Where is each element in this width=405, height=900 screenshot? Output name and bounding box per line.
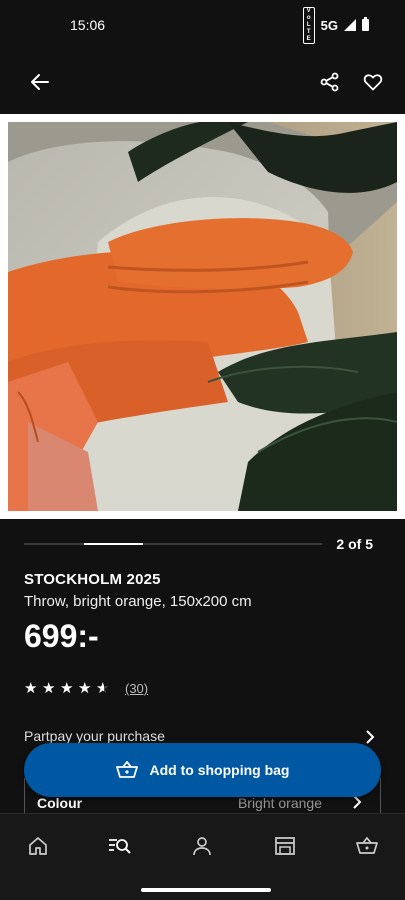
signal-icon bbox=[344, 19, 356, 31]
share-icon bbox=[320, 72, 339, 92]
search-list-icon bbox=[109, 839, 131, 854]
product-rating[interactable]: ★ ★ ★ ★ ★ ★ ★ ★ ★ ★ (30) bbox=[24, 681, 148, 696]
rating-stars: ★ ★ ★ ★ ★ ★ ★ ★ ★ ★ bbox=[24, 681, 111, 696]
nav-home[interactable] bbox=[23, 832, 53, 860]
nav-store[interactable] bbox=[270, 832, 300, 860]
add-to-bag-button[interactable]: Add to shopping bag bbox=[24, 743, 381, 797]
back-button[interactable] bbox=[22, 64, 58, 100]
arrow-left-icon bbox=[31, 74, 49, 90]
share-button[interactable] bbox=[312, 64, 348, 100]
product-photo[interactable] bbox=[8, 122, 397, 511]
heart-icon bbox=[363, 74, 383, 91]
product-name: STOCKHOLM 2025 bbox=[24, 571, 161, 588]
image-carousel-indicator: 2 of 5 bbox=[24, 534, 381, 554]
home-indicator bbox=[141, 888, 271, 892]
top-bar bbox=[0, 58, 405, 106]
status-bar: 15:06 Vo LTE 5G bbox=[0, 0, 405, 50]
product-image-frame[interactable] bbox=[0, 114, 405, 519]
carousel-track bbox=[24, 543, 322, 545]
nav-profile[interactable] bbox=[187, 832, 217, 860]
add-to-bag-label: Add to shopping bag bbox=[149, 762, 290, 778]
star-icon: ★ ★ bbox=[42, 680, 56, 697]
orange-throw-photo bbox=[8, 122, 397, 511]
chevron-right-icon bbox=[366, 730, 375, 744]
shopping-basket-icon bbox=[356, 837, 378, 854]
colour-value: Bright orange bbox=[237, 795, 322, 811]
nav-search-products[interactable] bbox=[105, 832, 135, 860]
status-time: 15:06 bbox=[70, 17, 106, 33]
nav-shopping-bag[interactable] bbox=[352, 832, 382, 860]
colour-label: Colour bbox=[37, 795, 83, 811]
status-icons: Vo LTE 5G bbox=[302, 6, 369, 44]
bottom-navigation bbox=[0, 813, 405, 900]
review-count-link[interactable]: (30) bbox=[125, 681, 148, 696]
home-icon bbox=[29, 837, 47, 855]
star-icon: ★ ★ bbox=[24, 680, 38, 697]
star-icon: ★ ★ bbox=[60, 680, 74, 697]
product-description: Throw, bright orange, 150x200 cm bbox=[24, 593, 252, 610]
carousel-page-count: 2 of 5 bbox=[336, 536, 373, 552]
store-icon bbox=[275, 837, 295, 855]
carousel-progress bbox=[83, 543, 144, 545]
star-icon: ★ ★ bbox=[78, 680, 92, 697]
star-icon: ★ ★ bbox=[96, 680, 110, 697]
product-price: 699:- bbox=[24, 618, 99, 654]
volte-icon: Vo LTE bbox=[302, 6, 315, 44]
person-icon bbox=[193, 837, 211, 856]
network-type: 5G bbox=[320, 17, 338, 33]
shopping-basket-icon bbox=[115, 761, 138, 778]
battery-icon bbox=[362, 17, 369, 31]
favourite-button[interactable] bbox=[355, 64, 391, 100]
chevron-right-icon bbox=[353, 795, 362, 809]
partpay-label: Partpay your purchase bbox=[24, 728, 165, 744]
